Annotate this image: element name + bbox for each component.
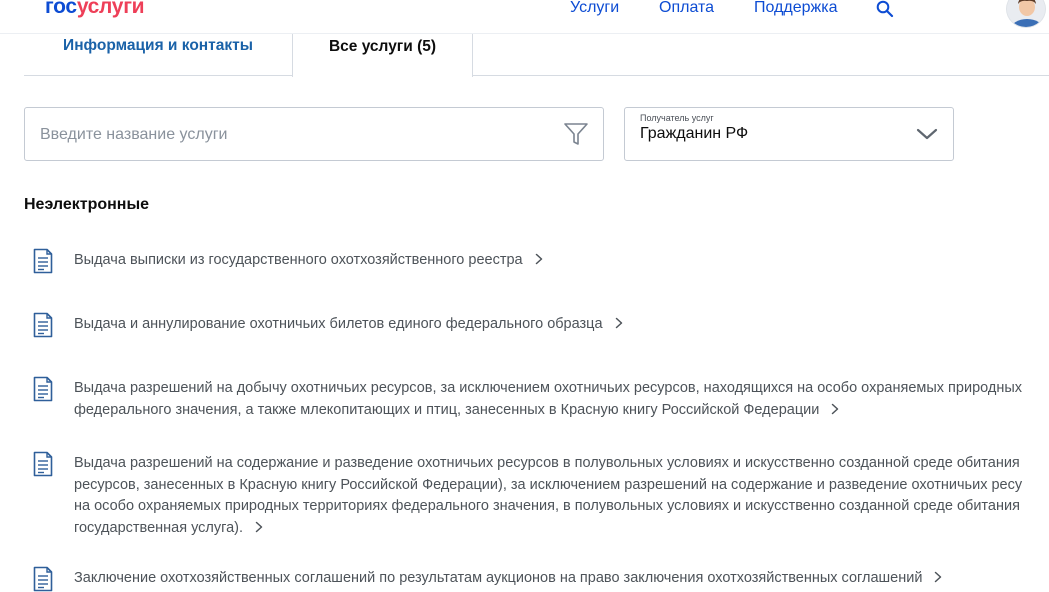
service-title-line: на особо охраняемых природных территория…: [74, 498, 1020, 514]
service-title[interactable]: Выдача разрешений на добычу охотничьих р…: [74, 378, 1049, 421]
chevron-down-icon: [916, 128, 938, 140]
avatar[interactable]: [1006, 0, 1046, 28]
document-icon: [33, 312, 53, 338]
tabs-baseline-right: [473, 75, 1049, 76]
chevron-right-icon: [535, 253, 542, 265]
gosuslugi-logo[interactable]: госуслуги: [45, 0, 145, 21]
service-search: [24, 107, 604, 161]
section-title-non-electronic: Неэлектронные: [24, 196, 150, 213]
service-title-line: федерального значения, а также млекопита…: [74, 400, 1049, 422]
logo-part-uslugi: услуги: [76, 0, 145, 18]
logo-part-gos: гос: [45, 0, 77, 18]
service-title[interactable]: Выдача и аннулирование охотничьих билето…: [74, 314, 1049, 336]
service-title-line: Выдача разрешений на содержание и развед…: [74, 455, 1020, 471]
site-header: госуслуги Услуги Оплата Поддержка: [0, 0, 1049, 34]
tabs: Информация и контакты Все услуги (5): [24, 34, 1049, 77]
document-icon: [33, 451, 53, 477]
service-title-line: Заключение охотхозяйственных соглашений …: [74, 568, 1049, 590]
service-title-line: Выдача выписки из государственного охотх…: [74, 250, 1049, 272]
service-title[interactable]: Выдача разрешений на содержание и развед…: [74, 453, 1049, 539]
service-search-input[interactable]: [40, 123, 540, 147]
document-icon: [33, 248, 53, 274]
search-icon[interactable]: [876, 0, 894, 18]
chevron-right-icon: [615, 317, 622, 329]
nav-services[interactable]: Услуги: [570, 0, 619, 18]
service-title[interactable]: Выдача выписки из государственного охотх…: [74, 250, 1049, 272]
service-title-line: государственная услуга).: [74, 518, 1049, 540]
service-title-line: Выдача разрешений на добычу охотничьих р…: [74, 380, 1023, 396]
recipient-caption: Получатель услуг: [640, 113, 714, 123]
document-icon: [33, 376, 53, 402]
service-title-line: Выдача и аннулирование охотничьих билето…: [74, 314, 1049, 336]
tab-all-services-label: Все услуги (5): [328, 38, 437, 55]
user-avatar-icon: [1007, 0, 1045, 27]
recipient-value: Гражданин РФ: [640, 125, 749, 142]
recipient-select[interactable]: Получатель услуг Гражданин РФ: [624, 107, 954, 161]
tab-all-services[interactable]: Все услуги (5): [292, 34, 473, 77]
chevron-right-icon: [255, 521, 263, 532]
service-title-line: ресурсов, занесенных в Красную книгу Рос…: [74, 476, 1023, 493]
tabs-baseline-under-info: [24, 75, 292, 76]
chevron-right-icon: [832, 403, 839, 414]
nav-payment[interactable]: Оплата: [659, 0, 714, 18]
filter-icon[interactable]: [563, 121, 589, 147]
nav-support[interactable]: Поддержка: [754, 0, 837, 18]
tab-info-contacts[interactable]: Информация и контакты: [24, 34, 292, 76]
document-icon: [33, 566, 53, 592]
service-title[interactable]: Заключение охотхозяйственных соглашений …: [74, 568, 1049, 590]
chevron-right-icon: [935, 571, 942, 583]
